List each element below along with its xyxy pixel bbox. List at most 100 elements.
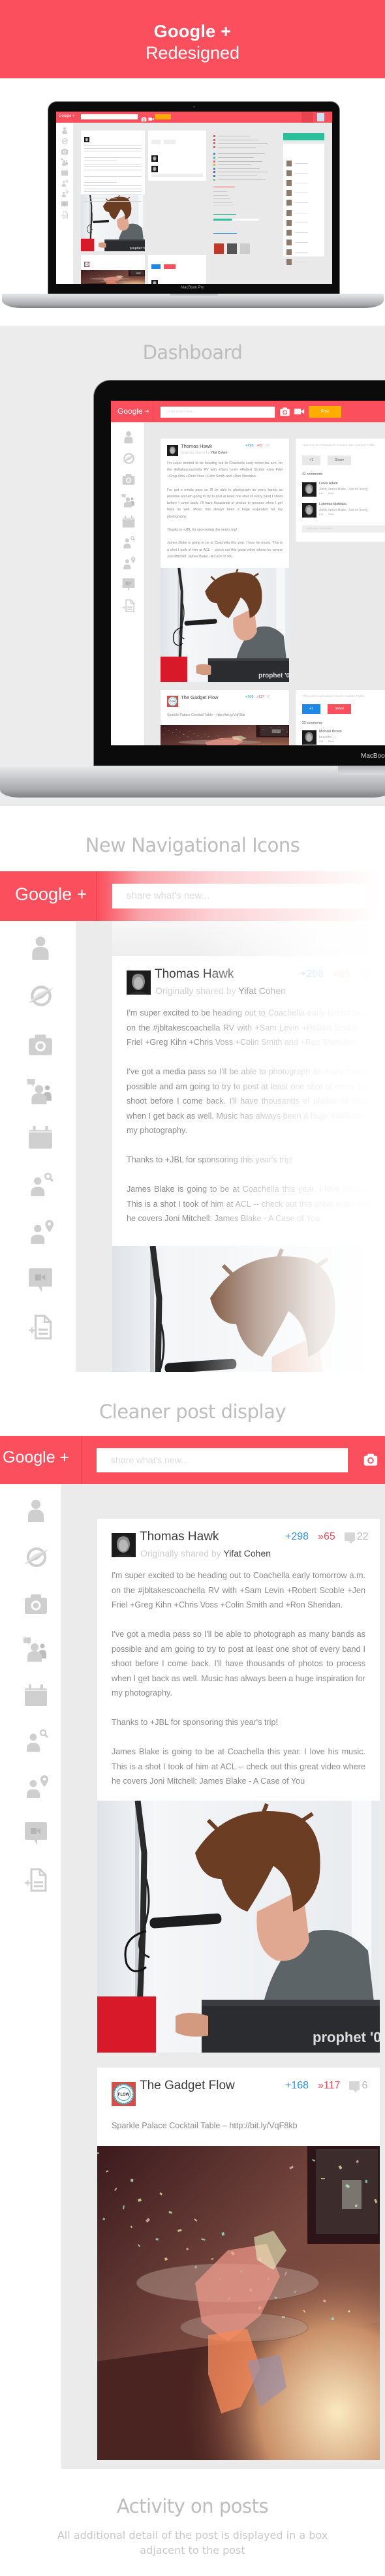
share-button[interactable]: Share — [328, 704, 351, 714]
post-author[interactable]: Thomas Hawk — [140, 1530, 219, 1544]
find-people-icon[interactable] — [27, 1171, 54, 1198]
local-icon[interactable] — [27, 1218, 54, 1246]
post-photo[interactable] — [161, 725, 289, 745]
pages-icon[interactable] — [121, 598, 136, 613]
commenter-avatar[interactable] — [302, 730, 316, 745]
camera-icon[interactable] — [279, 406, 290, 417]
plus-one-button[interactable]: +1 — [302, 456, 320, 465]
local-icon[interactable] — [121, 556, 136, 570]
post-button[interactable] — [155, 114, 171, 119]
plus-one-count[interactable]: +298 — [245, 444, 253, 448]
app-logo[interactable]: Google + — [117, 407, 149, 416]
find-people-icon[interactable] — [23, 1728, 49, 1754]
plus-one-count[interactable]: +298 — [285, 1531, 309, 1542]
plus-one-count[interactable]: +168 — [245, 695, 253, 699]
add-comment-input[interactable]: Add your comment — [302, 525, 385, 533]
commenter-name[interactable]: Lefentse Mohlaka — [319, 503, 346, 506]
pages-icon[interactable] — [27, 1313, 54, 1341]
events-icon[interactable] — [61, 168, 69, 176]
hangout-button[interactable] — [283, 133, 324, 140]
author-avatar[interactable]: FLOW — [167, 696, 178, 707]
camera-icon[interactable] — [141, 114, 147, 122]
app-logo[interactable]: Google + — [3, 1448, 69, 1467]
reply-link[interactable]: Reply — [328, 513, 334, 516]
shared-by-name[interactable]: Yifat Cohen — [211, 451, 228, 455]
events-icon[interactable] — [27, 1123, 54, 1151]
commenter-avatar[interactable] — [302, 482, 316, 497]
commenter-name[interactable]: Lewis Adam — [319, 482, 338, 486]
author-avatar[interactable] — [127, 970, 151, 995]
shared-by-name[interactable]: Yifat Cohen — [223, 1548, 271, 1559]
photos-icon[interactable] — [61, 147, 69, 155]
communities-icon[interactable] — [27, 1078, 54, 1105]
comment-count[interactable]: 6 — [362, 2080, 367, 2091]
local-icon[interactable] — [23, 1774, 49, 1800]
app-logo[interactable]: Google + — [59, 114, 75, 118]
hangouts-icon[interactable] — [23, 1820, 49, 1846]
explore-icon[interactable] — [27, 982, 54, 1009]
explore-icon[interactable] — [61, 136, 69, 144]
local-icon[interactable] — [61, 189, 69, 197]
author-avatar[interactable] — [167, 445, 178, 456]
post-author[interactable]: Thomas Hawk — [181, 443, 212, 449]
profile-icon[interactable] — [121, 430, 136, 444]
share-input[interactable] — [81, 114, 138, 119]
share-button[interactable]: Share — [328, 456, 351, 465]
like-link[interactable]: Like — [319, 740, 323, 743]
profile-avatar[interactable] — [317, 113, 324, 121]
profile-icon[interactable] — [23, 1498, 49, 1524]
reshare-count[interactable]: »117 — [256, 695, 264, 699]
communities-icon[interactable] — [61, 157, 69, 166]
post-photo[interactable]: prophet '08 — [161, 567, 289, 682]
reshare-count[interactable]: »117 — [318, 2080, 340, 2091]
comment-count[interactable]: 22 — [266, 444, 270, 448]
section-title-post-display: Cleaner post display — [99, 1401, 286, 1423]
profile-icon[interactable] — [27, 935, 54, 962]
search-button[interactable] — [301, 112, 313, 123]
commenter-avatar[interactable] — [302, 503, 316, 518]
post-photo[interactable] — [97, 2146, 380, 2460]
hangouts-icon[interactable] — [61, 200, 69, 208]
post-author[interactable]: The Gadget Flow — [140, 2079, 235, 2093]
reply-link[interactable]: Reply — [328, 740, 334, 743]
comment-count[interactable]: 6 — [267, 695, 269, 699]
author-avatar[interactable] — [112, 1533, 136, 1557]
post-button[interactable]: Post — [309, 406, 341, 418]
share-input[interactable]: share what's new... — [161, 407, 275, 418]
post-author[interactable]: The Gadget Flow — [181, 694, 219, 700]
plus-one-button[interactable]: +1 — [302, 704, 320, 714]
find-people-icon[interactable] — [121, 535, 136, 550]
comment-count[interactable]: 22 — [357, 1531, 369, 1542]
profile-icon[interactable] — [61, 126, 69, 134]
reshare-count[interactable]: »65 — [256, 444, 262, 448]
reshare-count[interactable]: »65 — [318, 1531, 335, 1542]
comment-icon — [344, 1532, 355, 1544]
events-icon[interactable] — [121, 514, 136, 529]
share-input[interactable]: share what's new... — [112, 884, 369, 908]
post-photo[interactable]: prophet '08 — [81, 194, 145, 251]
find-people-icon[interactable] — [61, 179, 69, 187]
explore-icon[interactable] — [23, 1544, 49, 1570]
photos-icon[interactable] — [27, 1031, 54, 1058]
plus-one-count[interactable]: +168 — [285, 2080, 309, 2091]
pages-icon[interactable] — [23, 1867, 49, 1893]
communities-icon[interactable] — [23, 1636, 49, 1662]
video-icon[interactable] — [148, 114, 154, 121]
post-photo[interactable]: prophet '08 — [97, 1800, 380, 2053]
share-input[interactable]: share what's new... — [97, 1448, 348, 1472]
reply-link[interactable]: Reply — [328, 492, 334, 495]
video-icon[interactable] — [294, 406, 305, 417]
photos-icon[interactable] — [23, 1591, 49, 1617]
like-link[interactable]: Like — [319, 513, 323, 516]
photos-icon[interactable] — [121, 472, 136, 486]
camera-icon[interactable] — [363, 1451, 378, 1467]
hangouts-icon[interactable] — [27, 1265, 54, 1293]
commenter-name[interactable]: Michael Brown — [319, 730, 342, 734]
like-link[interactable]: Like — [319, 492, 323, 495]
communities-icon[interactable] — [121, 493, 136, 508]
pages-icon[interactable] — [61, 210, 69, 219]
explore-icon[interactable] — [121, 451, 136, 465]
events-icon[interactable] — [23, 1682, 49, 1708]
hangouts-icon[interactable] — [121, 577, 136, 591]
author-avatar[interactable]: FLOW — [112, 2082, 136, 2106]
